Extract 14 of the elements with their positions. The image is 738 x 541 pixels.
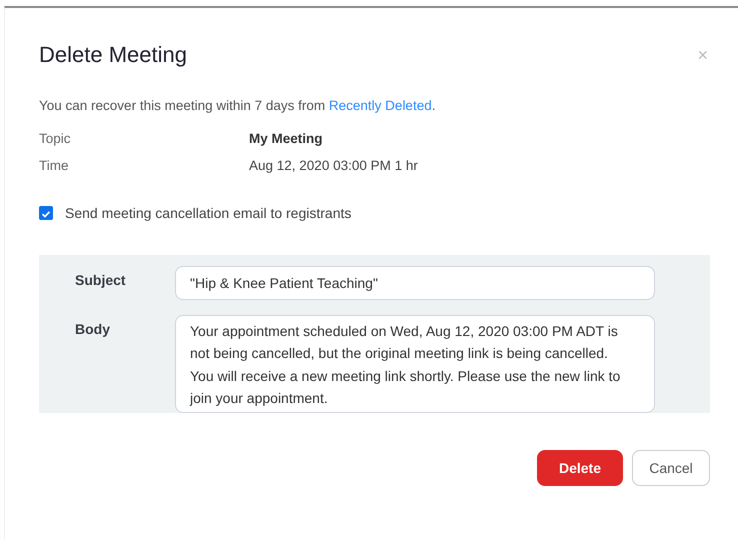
body-label: Body: [75, 320, 111, 337]
subject-field[interactable]: "Hip & Knee Patient Teaching": [175, 266, 655, 300]
dialog-title: Delete Meeting: [39, 42, 187, 68]
detail-value: Aug 12, 2020 03:00 PM 1 hr: [249, 158, 419, 173]
detail-value: My Meeting: [249, 131, 324, 146]
subject-label: Subject: [75, 271, 127, 288]
cancel-button[interactable]: Cancel: [632, 450, 710, 486]
checkbox-label: Send meeting cancellation email to registrants: [65, 205, 352, 221]
detail-label: Time: [39, 158, 70, 173]
detail-label: Topic: [39, 131, 72, 146]
checkbox[interactable]: [39, 206, 53, 220]
delete-button[interactable]: Delete: [537, 450, 623, 486]
body-field[interactable]: Your appointment scheduled on Wed, Aug 12, 2020 03:00 PM ADT is not being cancelled, but the original meeting link is being cancelled. You will receive a new meeting link shortly. Please use the new link to join your appointment.: [175, 315, 655, 413]
recover-notice: You can recover this meeting within 7 days from Recently Deleted.: [39, 98, 436, 113]
